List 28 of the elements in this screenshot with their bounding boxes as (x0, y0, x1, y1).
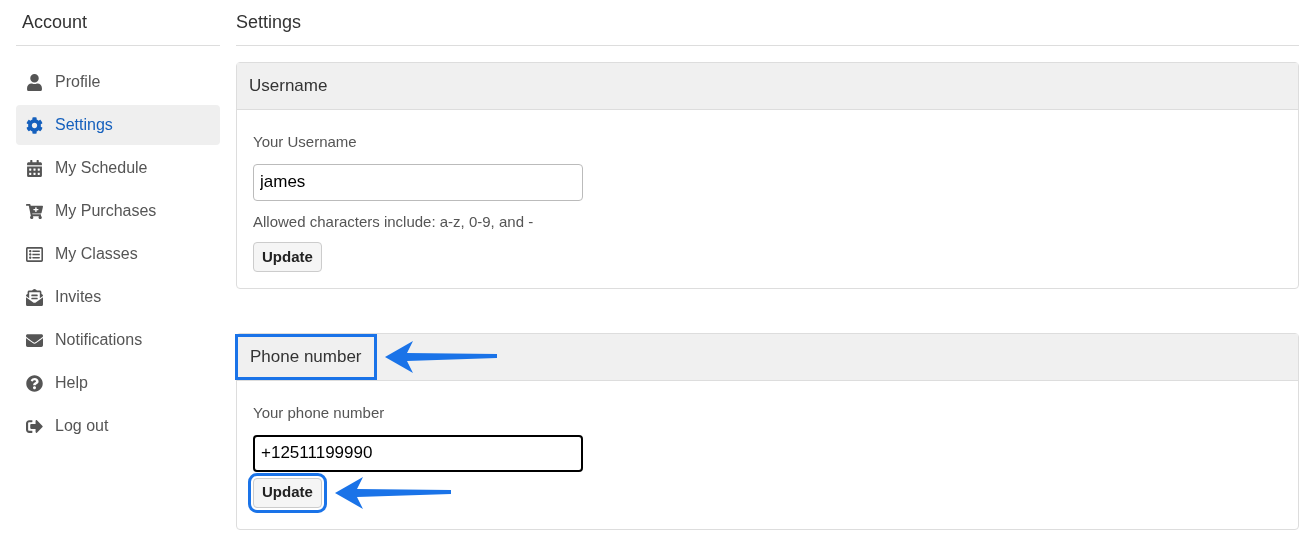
sidebar-item[interactable]: Profile (16, 62, 220, 102)
open-envelope-icon (26, 288, 43, 306)
sidebar-item[interactable]: Log out (16, 406, 220, 446)
sidebar-item[interactable]: Notifications (16, 320, 220, 360)
field-label: Your Username (253, 132, 357, 152)
sidebar-item[interactable]: My Classes (16, 234, 220, 274)
panel-title: Username (248, 75, 329, 98)
sidebar-item[interactable]: Settings (16, 105, 220, 145)
list-icon (26, 245, 43, 263)
settings-icon (26, 116, 43, 134)
cart-icon (26, 202, 43, 220)
logout-icon (26, 417, 43, 435)
sidebar-item[interactable]: Help (16, 363, 220, 403)
text-field[interactable]: +12511199990 (253, 434, 583, 472)
user-icon (26, 73, 43, 91)
calendar-icon (26, 159, 43, 177)
sidebar-item[interactable]: My Purchases (16, 191, 220, 231)
help-text: Allowed characters include: a-z, 0-9, and - (253, 211, 534, 232)
help-icon (26, 374, 43, 392)
field-label: Your phone number (253, 403, 385, 423)
sidebar-item[interactable]: Invites (16, 277, 220, 317)
panel-title: Phone number (235, 334, 377, 380)
text-field[interactable]: james (253, 163, 583, 201)
envelope-icon (26, 331, 43, 349)
sidebar-item[interactable]: My Schedule (16, 148, 220, 188)
sidebar-title: Account (22, 11, 88, 34)
update-button[interactable]: Update (253, 242, 322, 272)
page-title: Settings (236, 11, 302, 34)
